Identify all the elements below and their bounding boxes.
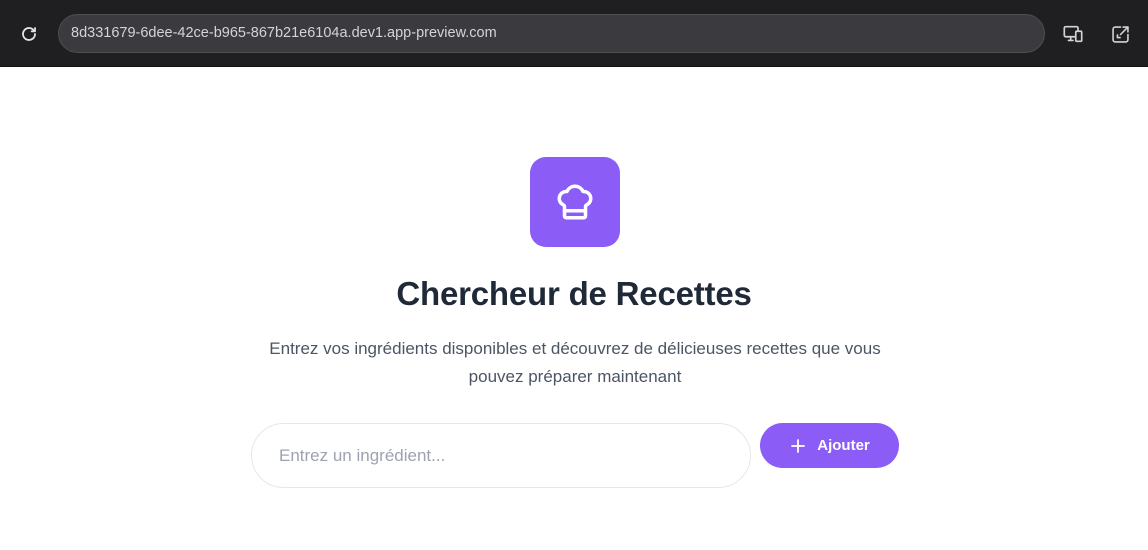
address-bar[interactable]: 8d331679-6dee-42ce-b965-867b21e6104a.dev… xyxy=(58,14,1045,53)
reload-icon xyxy=(22,27,36,41)
reload-button[interactable] xyxy=(18,23,40,45)
add-button-label: Ajouter xyxy=(817,437,870,454)
chef-hat-icon xyxy=(557,184,593,220)
plus-icon xyxy=(791,438,806,453)
device-preview-button[interactable] xyxy=(1061,22,1085,46)
external-link-icon xyxy=(1111,25,1129,43)
page-subtitle: Entrez vos ingrédients disponibles et dé… xyxy=(269,339,881,386)
monitor-phone-icon xyxy=(1063,25,1083,43)
app-content: Chercheur de Recettes Entrez vos ingrédi… xyxy=(0,67,1148,550)
app-logo xyxy=(530,157,620,247)
browser-toolbar: 8d331679-6dee-42ce-b965-867b21e6104a.dev… xyxy=(0,0,1148,67)
open-new-window-button[interactable] xyxy=(1108,22,1132,46)
page-title: Chercheur de Recettes xyxy=(396,275,752,312)
ingredient-input[interactable] xyxy=(251,423,751,488)
add-ingredient-button[interactable]: Ajouter xyxy=(760,423,899,468)
